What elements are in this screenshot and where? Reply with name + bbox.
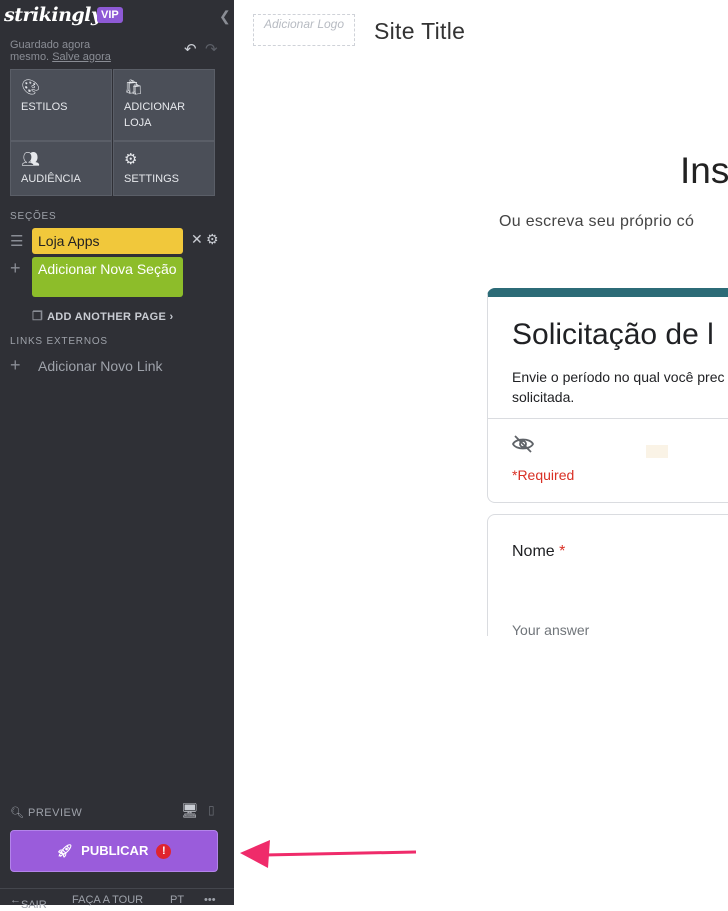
external-links-heading: LINKS EXTERNOS <box>10 336 108 347</box>
form-header-card: Solicitação de l Envie o período no qual… <box>487 288 728 503</box>
brand-logo: strikingly <box>4 4 102 26</box>
undo-icon[interactable]: ↶ <box>184 40 197 58</box>
site-title[interactable]: Site Title <box>374 18 465 45</box>
mobile-icon[interactable]: ▯ <box>208 803 215 817</box>
tile-audience[interactable]: 👥︎ AUDIÊNCIA <box>10 141 112 196</box>
add-link-button[interactable]: Adicionar Novo Link <box>38 358 163 374</box>
question-label: Nome * <box>512 543 565 561</box>
publish-label: PUBLICAR <box>81 843 149 858</box>
pointer-arrow-icon <box>240 840 417 868</box>
close-icon[interactable]: ✕ <box>191 231 203 248</box>
preview-label: PREVIEW <box>28 807 83 819</box>
tile-styles[interactable]: 🎨︎ ESTILOS <box>10 69 112 141</box>
save-status-text-2: mesmo. <box>10 51 50 63</box>
sidebar-footer: ← SAIR FAÇA A TOUR PT ••• <box>0 888 234 911</box>
tile-label: AUDIÊNCIA <box>21 173 81 185</box>
required-star: * <box>559 543 566 560</box>
add-page-label: ADD ANOTHER PAGE <box>47 311 167 323</box>
rocket-icon: 🚀︎ <box>56 843 74 858</box>
eye-off-icon <box>511 435 535 458</box>
store-bag-icon: 🛍︎ <box>124 79 144 96</box>
section-subheading[interactable]: Ou escreva seu próprio có <box>499 213 694 231</box>
tile-label: ADICIONAR LOJA <box>124 101 186 129</box>
drag-handle-icon[interactable]: ☰ <box>10 232 23 250</box>
editor-sidebar: strikingly VIP ❮ Guardado agora mesmo. S… <box>0 0 234 911</box>
desktop-icon[interactable]: 🖥︎ <box>181 802 199 819</box>
exit-link[interactable]: ← SAIR <box>10 894 47 911</box>
section-item-loja-apps[interactable]: Loja Apps <box>32 228 183 254</box>
save-status-text: Guardado agora <box>10 39 91 51</box>
divider <box>488 418 728 419</box>
form-description: Envie o período no qual você prec solici… <box>512 369 725 405</box>
tile-label: ESTILOS <box>21 101 68 113</box>
more-icon[interactable]: ••• <box>204 894 216 906</box>
tile-label: SETTINGS <box>124 173 180 185</box>
plus-icon[interactable]: + <box>10 355 21 376</box>
publish-button[interactable]: 🚀︎ PUBLICAR! <box>10 830 218 872</box>
tour-link[interactable]: FAÇA A TOUR <box>72 894 143 906</box>
eye-off-svg <box>511 435 535 453</box>
tile-add-store[interactable]: 🛍︎ ADICIONAR LOJA <box>113 69 215 141</box>
logo-placeholder[interactable]: Adicionar Logo <box>253 14 355 46</box>
add-page-button[interactable]: ❐ ADD ANOTHER PAGE › <box>32 309 173 323</box>
save-status: Guardado agora mesmo. Salve agora <box>10 39 160 63</box>
form-title: Solicitação de l <box>512 318 714 351</box>
collapse-sidebar-icon[interactable]: ❮ <box>219 8 231 25</box>
image-fragment <box>646 445 668 458</box>
preview-button[interactable]: 🔍︎ PREVIEW <box>10 806 82 819</box>
audience-icon: 👥︎ <box>21 151 41 168</box>
iframe-cutoff <box>487 636 728 656</box>
gear-icon: ⚙ <box>124 151 138 168</box>
form-question-card: Nome * Your answer <box>487 514 728 654</box>
search-icon: 🔍︎ <box>10 807 25 819</box>
chevron-right-icon: › <box>169 311 174 323</box>
question-text: Nome <box>512 543 555 560</box>
alert-icon: ! <box>156 844 172 859</box>
save-now-link[interactable]: Salve agora <box>52 51 111 63</box>
add-section-button[interactable]: Adicionar Nova Seção <box>32 257 183 297</box>
plus-icon[interactable]: + <box>10 258 21 279</box>
section-settings-icon[interactable]: ⚙ <box>206 231 219 248</box>
sections-heading: SEÇÕES <box>10 211 57 222</box>
redo-icon[interactable]: ↷ <box>205 40 218 58</box>
required-note: *Required <box>512 467 575 483</box>
language-selector[interactable]: PT <box>170 894 184 906</box>
tile-settings[interactable]: ⚙ SETTINGS <box>113 141 215 196</box>
palette-icon: 🎨︎ <box>21 79 41 96</box>
exit-label: SAIR <box>21 899 47 911</box>
vip-badge: VIP <box>97 7 123 23</box>
section-heading[interactable]: Ins <box>680 150 728 192</box>
pages-icon: ❐ <box>32 309 44 323</box>
